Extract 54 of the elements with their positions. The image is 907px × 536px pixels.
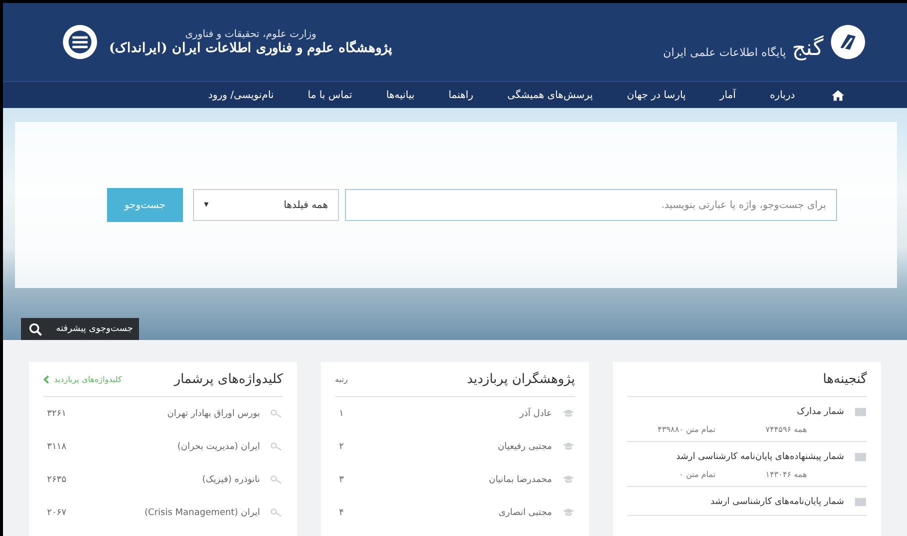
researcher-name[interactable]: مجتبی رفیعیان [344, 442, 552, 452]
keyword-link[interactable]: ایران (Crisis Management) [66, 508, 260, 518]
institute-logo-icon [61, 23, 99, 61]
fulltext-count: تمام متن ۰ [679, 470, 716, 478]
keyword-link[interactable]: نانوذره (فیزیک) [66, 474, 260, 484]
nav-link[interactable]: تماس با ما [308, 90, 352, 100]
keyword-count: ۲۶۳۵ [47, 474, 66, 484]
researcher-name[interactable]: محمدرضا بمانیان [344, 474, 552, 484]
search-field[interactable]: برای جست‌وجو، واژه یا عبارتی بنویسید. [345, 189, 837, 221]
card-title: کلیدواژه‌های پرشمار [174, 372, 283, 386]
nav-link[interactable]: نام‌نویسی/ ورود [208, 90, 274, 100]
keyword-link[interactable]: بورس اوراق بهادار تهران [66, 408, 260, 418]
book-icon [854, 406, 867, 418]
institute-name: پژوهشگاه علوم و فناوری اطلاعات ایران (ایرانداک) [109, 40, 392, 56]
column-header: رتبه [335, 374, 348, 384]
fulltext-count: تمام متن ۴۳۹۸۸۰ [658, 424, 716, 434]
keyword-link[interactable]: ایران (مدیریت بحران) [66, 442, 260, 452]
researcher-name[interactable]: مجتبی انصاری [344, 508, 552, 518]
rank-number: ۱ [339, 408, 344, 418]
rank-number: ۳ [339, 474, 344, 484]
keyword-count: ۳۱۱۸ [47, 442, 66, 452]
collection-title[interactable]: شمار پیشنهاده‌های پایان‌نامه کارشناسی ارشد [676, 452, 844, 462]
site-logo-text: گنج [792, 35, 823, 61]
graduation-cap-icon [562, 441, 575, 452]
graduation-cap-icon [562, 474, 575, 485]
search-icon [29, 322, 42, 336]
logo-icon [829, 23, 867, 61]
collection-title[interactable]: شمار پایان‌نامه‌های کارشناسی ارشد [710, 497, 844, 507]
graduation-cap-icon [562, 408, 575, 419]
rank-number: ۲ [339, 442, 344, 452]
keyword-count: ۳۲۶۱ [47, 408, 66, 418]
total-count: همه ۱۴۳۰۴۶ [766, 470, 807, 478]
nav-link[interactable]: بیانیه‌ها [386, 90, 415, 100]
rank-number: ۴ [339, 508, 344, 518]
researcher-name[interactable]: عادل آذر [344, 408, 552, 418]
card-title: پژوهشگران پربازدید [466, 372, 575, 386]
nav-link[interactable]: پرسش‌های همیشگی [507, 90, 593, 100]
nav-link[interactable]: راهنما [448, 90, 474, 100]
book-icon [854, 496, 867, 508]
nav-link[interactable]: درباره [770, 90, 795, 100]
ministry-text: وزارت علوم، تحقیقات و فناوری [185, 28, 316, 40]
keyword-count: ۲۰۶۷ [47, 508, 66, 518]
nav-link[interactable]: پارسا در جهان [626, 90, 686, 100]
total-count: همه ۷۴۴۵۹۶ [766, 424, 807, 434]
site-tagline: پایگاه اطلاعات علمی ایران [663, 46, 786, 59]
collection-title[interactable]: شمار مدارک [796, 407, 844, 417]
advanced-search-button[interactable]: جست‌وجوی پیشرفته [21, 318, 139, 340]
field-dropdown[interactable]: همه فیلدها ▾ [193, 189, 339, 221]
book-icon [854, 452, 867, 462]
nav-link[interactable]: آمار [720, 90, 736, 100]
graduation-cap-icon [562, 507, 575, 518]
chevron-icon [43, 374, 50, 384]
home-icon[interactable] [831, 88, 845, 102]
card-title: گنجینه‌ها [822, 372, 867, 386]
